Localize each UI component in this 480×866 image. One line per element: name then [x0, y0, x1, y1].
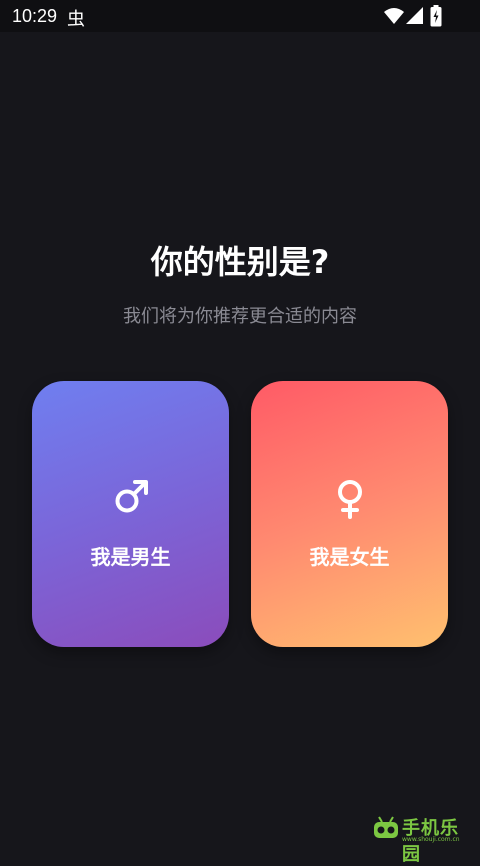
female-option-label: 我是女生	[309, 545, 390, 569]
wifi-icon	[384, 8, 404, 24]
battery-charging-icon	[430, 5, 442, 27]
page-subtitle: 我们将为你推荐更合适的内容	[123, 306, 357, 327]
watermark: 手机乐园 www.shouji.com.cn	[372, 812, 472, 865]
status-bar: 10:29 虫	[0, 0, 480, 32]
watermark-sub: www.shouji.com.cn	[402, 836, 460, 843]
female-option-card[interactable]: 我是女生	[251, 381, 448, 647]
male-option-label: 我是男生	[90, 545, 171, 569]
bug-icon: 虫	[67, 9, 85, 30]
status-time: 10:29	[12, 6, 58, 26]
male-option-card[interactable]: 我是男生	[32, 381, 229, 647]
female-symbol-icon	[251, 479, 448, 519]
cell-signal-icon	[406, 7, 423, 24]
page-title: 你的性别是?	[150, 243, 330, 281]
watermark-logo-icon	[374, 816, 398, 838]
male-symbol-icon	[32, 479, 229, 515]
